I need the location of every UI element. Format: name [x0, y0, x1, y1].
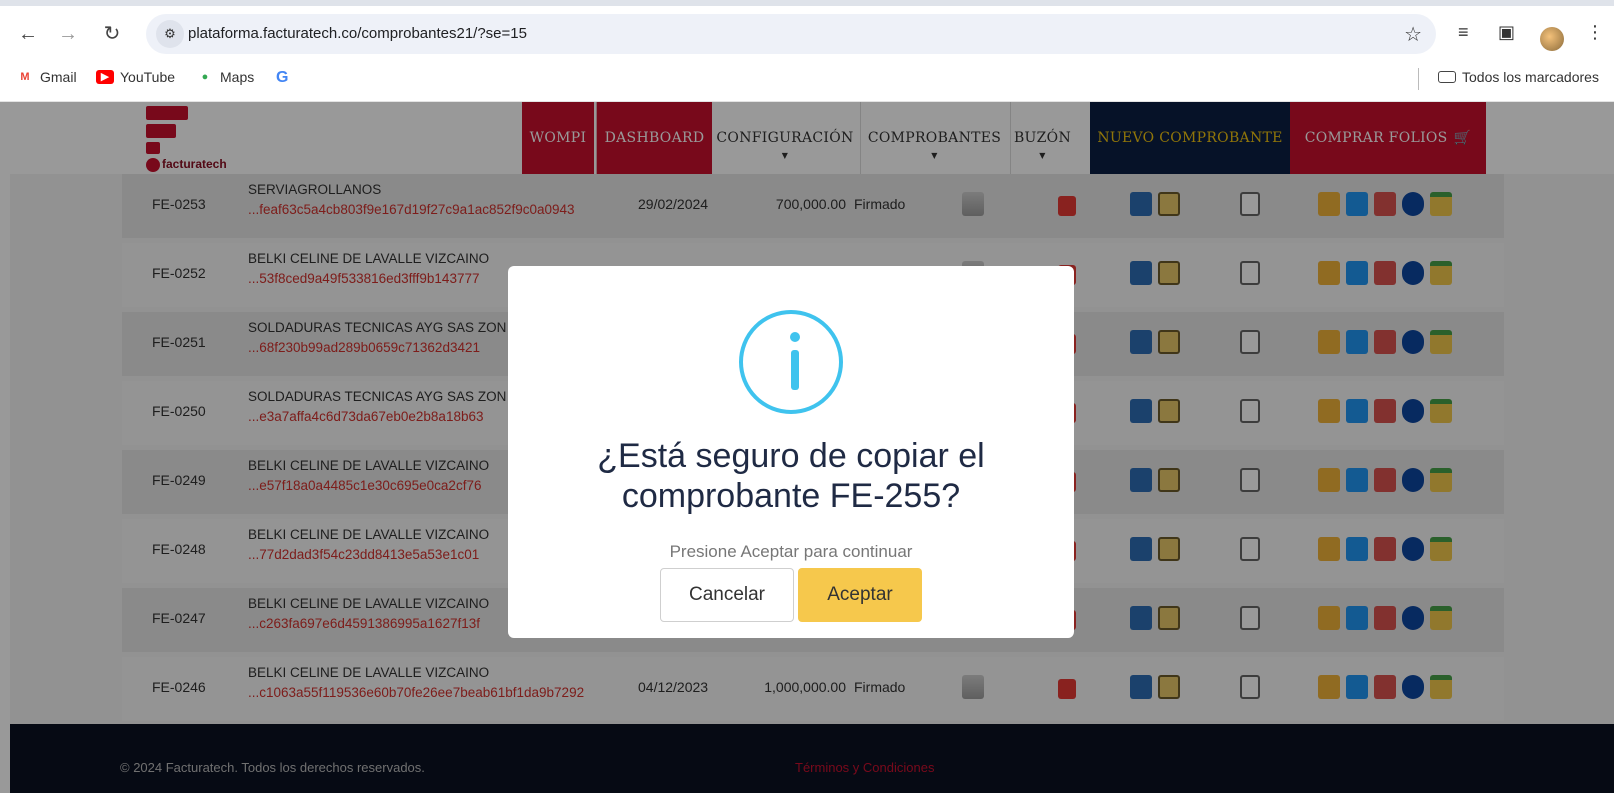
youtube-icon: ▶ [96, 70, 114, 84]
bookmark-gmail[interactable]: M Gmail [16, 69, 77, 85]
cancel-button[interactable]: Cancelar [660, 568, 794, 622]
reload-icon[interactable]: ↻ [98, 20, 126, 48]
bookmark-star-icon[interactable]: ☆ [1404, 22, 1422, 47]
forward-icon[interactable]: → [54, 20, 82, 48]
bookmark-divider [1418, 68, 1419, 90]
maps-pin-icon: ● [201, 71, 209, 83]
media-icon[interactable]: ≡ [1458, 22, 1469, 43]
bookmark-maps[interactable]: ● Maps [196, 69, 255, 85]
gmail-icon: M [20, 71, 30, 83]
address-bar[interactable]: ⚙ plataforma.facturatech.co/comprobantes… [146, 14, 1436, 54]
all-bookmarks[interactable]: Todos los marcadores [1438, 69, 1599, 85]
site-settings-icon[interactable]: ⚙ [156, 20, 184, 48]
info-icon [739, 310, 843, 414]
side-panel-icon[interactable]: ▣ [1498, 22, 1515, 43]
browser-toolbar: ← → ↻ ⚙ plataforma.facturatech.co/compro… [0, 0, 1614, 62]
profile-avatar[interactable] [1540, 27, 1564, 51]
bookmark-label: Gmail [40, 69, 77, 85]
all-bookmarks-label: Todos los marcadores [1462, 69, 1599, 85]
bookmark-label: Maps [220, 69, 255, 85]
dialog-text: Presione Aceptar para continuar [669, 542, 913, 561]
google-icon: G [276, 69, 289, 86]
dialog-title: ¿Está seguro de copiar el comprobante FE… [597, 437, 985, 515]
confirm-dialog: ¿Está seguro de copiar el comprobante FE… [508, 266, 1074, 638]
bookmark-google[interactable]: G [276, 69, 288, 87]
accept-button[interactable]: Aceptar [798, 568, 922, 622]
back-icon[interactable]: ← [14, 20, 42, 48]
url-text[interactable]: plataforma.facturatech.co/comprobantes21… [188, 25, 527, 42]
bookmark-label: YouTube [120, 69, 176, 85]
folder-icon [1438, 71, 1456, 83]
bookmark-youtube[interactable]: ▶ YouTube [96, 69, 175, 85]
menu-dots-icon[interactable]: ⋮ [1586, 22, 1604, 43]
bookmarks-bar: M Gmail ▶ YouTube ● Maps G Todos los mar… [0, 62, 1614, 102]
